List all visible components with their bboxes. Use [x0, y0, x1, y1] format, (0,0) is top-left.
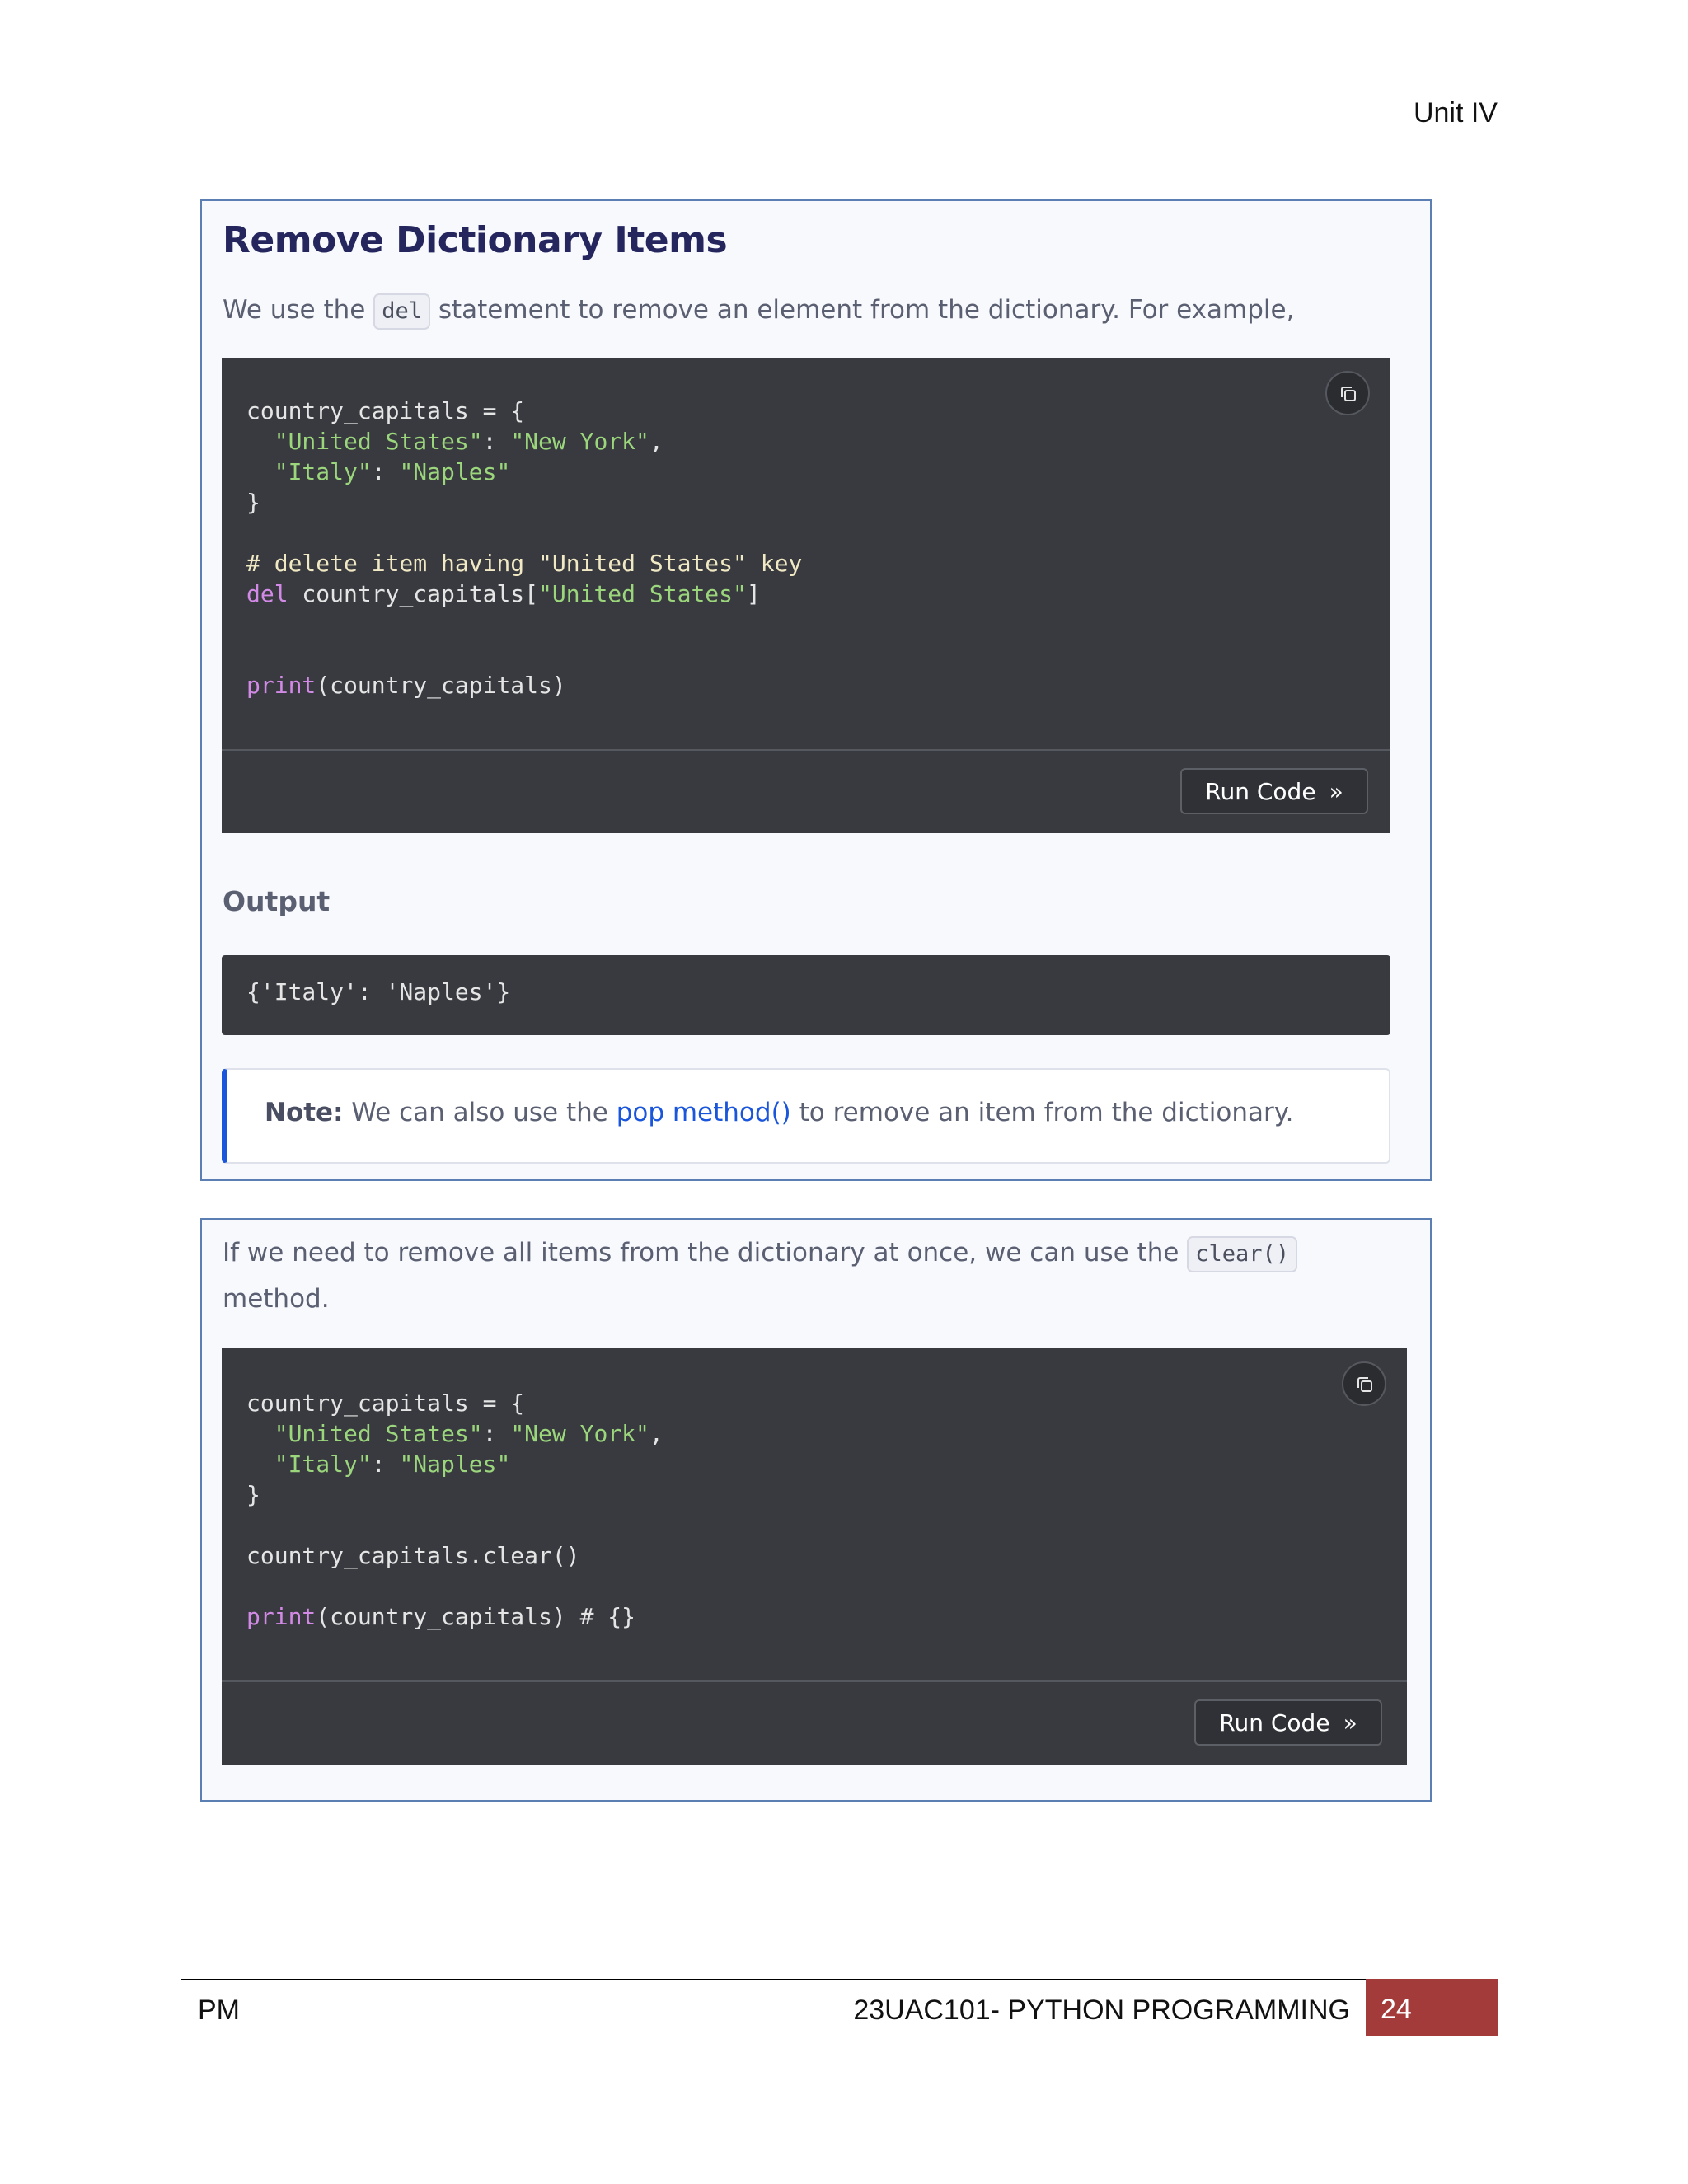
section-title: Remove Dictionary Items: [223, 219, 728, 261]
copy-code-button[interactable]: [1325, 371, 1370, 415]
output-text: {'Italy': 'Naples'}: [246, 978, 511, 1005]
intro-text-before: We use the: [223, 295, 374, 325]
double-chevron-right-icon: »: [1343, 1708, 1357, 1736]
note-bold: Note:: [265, 1098, 344, 1127]
pop-method-link[interactable]: pop method(): [617, 1098, 791, 1127]
double-chevron-right-icon: »: [1329, 777, 1343, 805]
code-text: country_capitals = { "United States": "N…: [246, 397, 803, 699]
copy-code-button[interactable]: [1342, 1361, 1386, 1406]
run-code-button[interactable]: Run Code »: [1180, 768, 1368, 814]
note-text: Note: We can also use the pop method() t…: [265, 1098, 1294, 1127]
del-inline-code: del: [373, 293, 430, 330]
output-block: {'Italy': 'Naples'}: [222, 955, 1390, 1035]
code-text: country_capitals = { "United States": "N…: [246, 1390, 663, 1630]
page-number-box: 24: [1366, 1979, 1498, 2036]
copy-icon: [1341, 387, 1356, 401]
code-block-clear: country_capitals = { "United States": "N…: [222, 1348, 1407, 1765]
code-footer-divider: [222, 1680, 1407, 1682]
code-footer-divider: [222, 749, 1390, 751]
footer-rule: [181, 1979, 1366, 1980]
unit-label: Unit IV: [1413, 97, 1498, 129]
intro-text-after: statement to remove an element from the …: [430, 295, 1295, 325]
footer-author: PM: [198, 1994, 240, 2026]
note-box: Note: We can also use the pop method() t…: [222, 1068, 1390, 1164]
footer-course: 23UAC101- PYTHON PROGRAMMING: [853, 1994, 1350, 2026]
page-number: 24: [1381, 1994, 1412, 2025]
output-label: Output: [223, 885, 331, 917]
copy-icon: [1357, 1377, 1372, 1392]
run-code-button[interactable]: Run Code »: [1194, 1699, 1382, 1746]
remove-items-panel: Remove Dictionary Items We use the del s…: [200, 199, 1432, 1181]
run-code-label: Run Code: [1205, 777, 1316, 805]
clear-inline-code: clear(): [1187, 1235, 1298, 1272]
code-block-del: country_capitals = { "United States": "N…: [222, 358, 1390, 833]
clear-intro-paragraph: If we need to remove all items from the …: [223, 1230, 1298, 1322]
intro-paragraph: We use the del statement to remove an el…: [223, 287, 1294, 333]
run-code-label: Run Code: [1219, 1708, 1330, 1736]
clear-method-panel: If we need to remove all items from the …: [200, 1218, 1432, 1802]
